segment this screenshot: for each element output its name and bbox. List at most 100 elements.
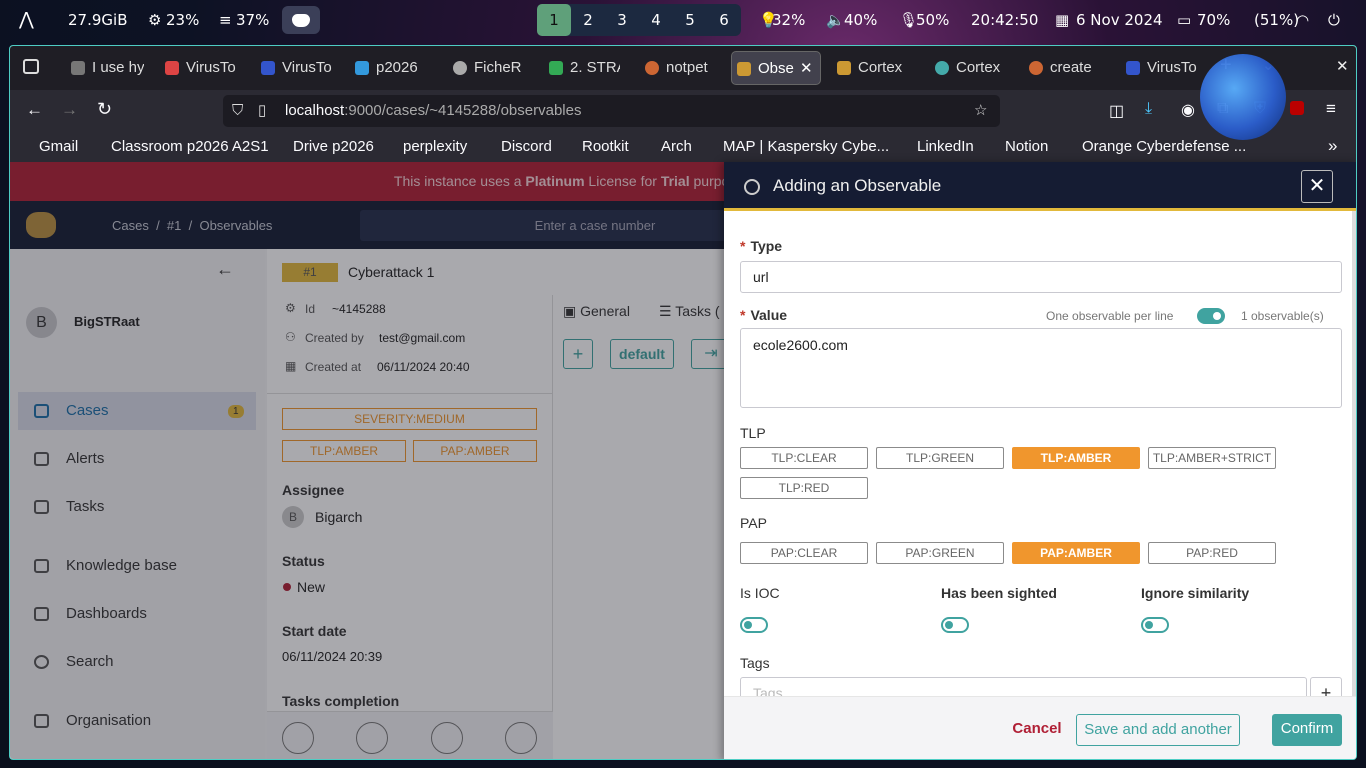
bookmark-linkedin[interactable]: LinkedIn bbox=[917, 138, 974, 155]
per-line-label: One observable per line bbox=[1046, 309, 1174, 323]
firefox-logo-icon bbox=[1200, 54, 1286, 140]
tags-add-button[interactable]: + bbox=[1310, 677, 1342, 696]
tab-6[interactable]: 2. STRA bbox=[544, 51, 620, 85]
workspace-2[interactable]: 2 bbox=[571, 4, 605, 36]
tab-7[interactable]: notpet bbox=[640, 51, 716, 85]
pap-clear-option[interactable]: PAP:CLEAR bbox=[740, 542, 868, 564]
tab-favicon bbox=[453, 61, 467, 75]
sighted-toggle[interactable] bbox=[941, 617, 969, 633]
workspace-6[interactable]: 6 bbox=[707, 4, 741, 36]
ioc-toggle[interactable] bbox=[740, 617, 768, 633]
tab-label: FicheR bbox=[474, 59, 522, 76]
battery-icon: ▭ bbox=[1177, 11, 1192, 29]
tab-12[interactable]: VirusTo bbox=[1121, 51, 1201, 85]
observable-count: 1 observable(s) bbox=[1241, 309, 1324, 323]
calendar-icon: ▦ bbox=[1055, 11, 1070, 29]
tab-label: VirusTo bbox=[186, 59, 236, 76]
tags-label: Tags bbox=[740, 655, 770, 671]
load-indicator: 37% bbox=[236, 11, 270, 29]
drawer-close-button[interactable]: ✕ bbox=[1301, 170, 1333, 203]
type-select[interactable]: url bbox=[740, 261, 1342, 293]
page-info-icon[interactable]: ▯ bbox=[258, 95, 266, 127]
launcher-icon[interactable]: ⋀ bbox=[19, 9, 34, 30]
tlp-red-option[interactable]: TLP:RED bbox=[740, 477, 868, 499]
tab-11[interactable]: create bbox=[1024, 51, 1104, 85]
tab-10[interactable]: Cortex bbox=[930, 51, 1020, 85]
bookmark-perplexity[interactable]: perplexity bbox=[403, 138, 467, 155]
tlp-green-option[interactable]: TLP:GREEN bbox=[876, 447, 1004, 469]
back-icon[interactable]: ← bbox=[26, 100, 43, 120]
bookmark-rootkit[interactable]: Rootkit bbox=[582, 138, 629, 155]
tab-favicon bbox=[645, 61, 659, 75]
tab-favicon bbox=[71, 61, 85, 75]
similarity-toggle[interactable] bbox=[1141, 617, 1169, 633]
bookmark-gmail[interactable]: Gmail bbox=[39, 138, 78, 155]
tab-label: Cortex bbox=[956, 59, 1001, 76]
tab-9[interactable]: Cortex bbox=[832, 51, 922, 85]
tab-3[interactable]: VirusTo bbox=[256, 51, 332, 85]
bookmark-classroom[interactable]: Classroom p2026 A2S1 bbox=[111, 138, 269, 155]
tlp-clear-option[interactable]: TLP:CLEAR bbox=[740, 447, 868, 469]
workspace-3[interactable]: 3 bbox=[605, 4, 639, 36]
scrollbar[interactable] bbox=[1352, 211, 1356, 696]
confirm-button[interactable]: Confirm bbox=[1272, 714, 1342, 746]
pap-amber-option[interactable]: PAP:AMBER bbox=[1012, 542, 1140, 564]
forward-icon[interactable]: → bbox=[61, 100, 78, 120]
fingerprint-icon bbox=[744, 179, 760, 195]
tab-4[interactable]: p2026 bbox=[350, 51, 426, 85]
tab-close-icon[interactable]: ✕ bbox=[800, 52, 813, 84]
bookmark-arch[interactable]: Arch bbox=[661, 138, 692, 155]
tab-overview-icon[interactable] bbox=[23, 59, 39, 74]
tab-5[interactable]: FicheR bbox=[448, 51, 524, 85]
tab-observables-active[interactable]: Obse ✕ bbox=[731, 51, 821, 85]
workspace-1[interactable]: 1 bbox=[537, 4, 571, 36]
bookmarks-overflow-icon[interactable]: » bbox=[1328, 136, 1337, 156]
tab-label: VirusTo bbox=[1147, 59, 1197, 76]
battery2-indicator: (51%) bbox=[1254, 11, 1300, 29]
bookmark-kaspersky[interactable]: MAP | Kaspersky Cybe... bbox=[723, 138, 889, 155]
battery-indicator: 70% bbox=[1197, 11, 1231, 29]
power-icon[interactable]: ⏻ bbox=[1328, 11, 1340, 29]
per-line-toggle[interactable] bbox=[1197, 308, 1225, 324]
value-textarea[interactable]: ecole2600.com bbox=[740, 328, 1342, 408]
reload-icon[interactable]: ↻ bbox=[97, 99, 112, 120]
memory-indicator: 27.9GiB bbox=[68, 11, 128, 29]
workspace-4[interactable]: 4 bbox=[639, 4, 673, 36]
tab-favicon bbox=[1126, 61, 1140, 75]
wifi-icon[interactable]: ◠ bbox=[1296, 11, 1309, 29]
workspace-switcher: 1 2 3 4 5 6 bbox=[537, 4, 741, 36]
account-icon[interactable]: ◉ bbox=[1181, 100, 1195, 120]
pocket-icon[interactable]: ◫ bbox=[1109, 101, 1124, 121]
workspace-5[interactable]: 5 bbox=[673, 4, 707, 36]
bookmark-star-icon[interactable]: ☆ bbox=[974, 95, 987, 127]
bookmark-drive[interactable]: Drive p2026 bbox=[293, 138, 374, 155]
add-observable-drawer: Adding an Observable ✕ * Type url * Value … bbox=[724, 162, 1356, 759]
bookmarks-bar: Gmail Classroom p2026 A2S1 Drive p2026 p… bbox=[10, 132, 1356, 162]
brightness-indicator: 32% bbox=[772, 11, 806, 29]
tab-1[interactable]: I use hy bbox=[66, 51, 144, 85]
value-label: * Value bbox=[740, 307, 788, 323]
window-close-icon[interactable]: ✕ bbox=[1336, 57, 1349, 75]
pap-red-option[interactable]: PAP:RED bbox=[1148, 542, 1276, 564]
ublock-icon[interactable] bbox=[1290, 101, 1304, 115]
tlp-amber-option[interactable]: TLP:AMBER bbox=[1012, 447, 1140, 469]
menu-icon[interactable]: ≡ bbox=[1326, 99, 1336, 119]
tlp-amber-strict-option[interactable]: TLP:AMBER+STRICT bbox=[1148, 447, 1276, 469]
tab-2[interactable]: VirusTo bbox=[160, 51, 236, 85]
discord-icon[interactable] bbox=[282, 6, 320, 34]
tab-strip: I use hy VirusTo VirusTo p2026 FicheR 2.… bbox=[10, 46, 1356, 90]
bookmark-discord[interactable]: Discord bbox=[501, 138, 552, 155]
downloads-icon[interactable]: ⤓ bbox=[1145, 100, 1152, 118]
save-and-add-another-button[interactable]: Save and add another bbox=[1076, 714, 1240, 746]
bookmark-orange[interactable]: Orange Cyberdefense ... bbox=[1082, 138, 1246, 155]
modal-backdrop[interactable] bbox=[10, 162, 724, 759]
tags-input[interactable]: Tags bbox=[740, 677, 1307, 696]
pap-green-option[interactable]: PAP:GREEN bbox=[876, 542, 1004, 564]
shield-icon[interactable]: ⛉ bbox=[232, 95, 243, 127]
navigation-bar: ← → ↻ ⛉ ▯ localhost:9000/cases/~4145288/… bbox=[10, 90, 1356, 132]
url-bar[interactable]: ⛉ ▯ localhost:9000/cases/~4145288/observ… bbox=[223, 95, 1000, 127]
load-icon: ≡ bbox=[219, 11, 232, 29]
bookmark-notion[interactable]: Notion bbox=[1005, 138, 1048, 155]
tab-favicon bbox=[165, 61, 179, 75]
cancel-button[interactable]: Cancel bbox=[1006, 714, 1068, 746]
